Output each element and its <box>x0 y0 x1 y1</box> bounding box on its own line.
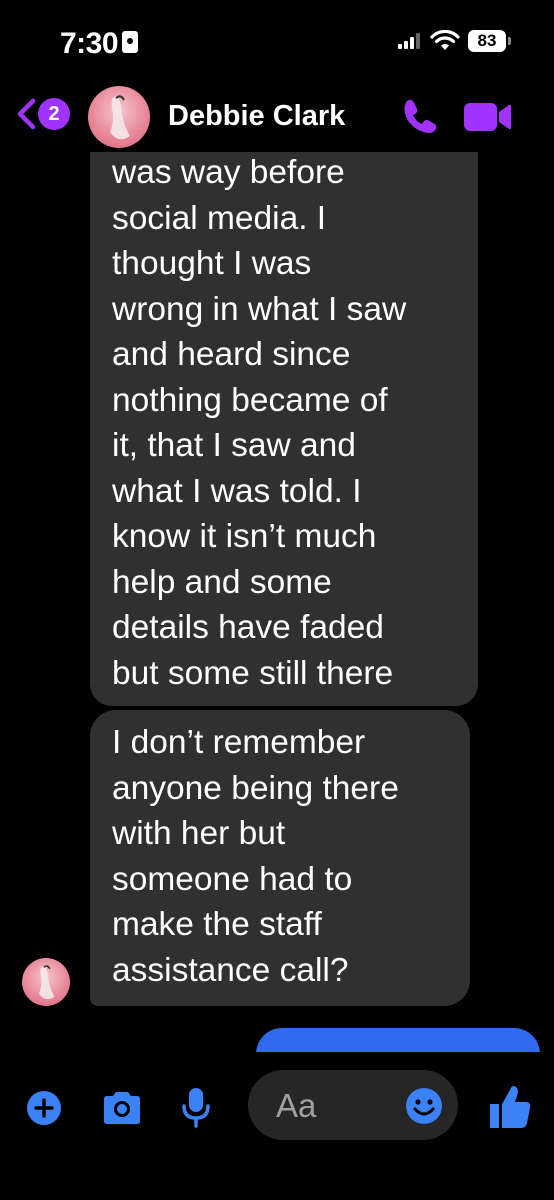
plus-button[interactable] <box>26 1090 62 1126</box>
microphone-button[interactable] <box>180 1086 212 1130</box>
battery-icon: 83 <box>468 30 511 52</box>
phone-icon <box>404 99 437 133</box>
contact-avatar[interactable] <box>88 86 150 148</box>
chevron-left-icon <box>17 98 36 130</box>
wifi-icon <box>430 30 460 50</box>
video-camera-icon <box>464 103 497 131</box>
microphone-icon <box>189 1088 203 1112</box>
status-time: 7:30 <box>60 27 119 60</box>
camera-button[interactable] <box>100 1090 144 1126</box>
thumbs-up-icon <box>490 1104 499 1128</box>
conversation-header: 2 Debbie Clark <box>0 80 554 152</box>
incoming-message-bubble[interactable]: I don’t remember anyone being there with… <box>90 710 470 1006</box>
outgoing-message-bubble[interactable] <box>256 1028 540 1052</box>
contact-name[interactable]: Debbie Clark <box>168 100 345 133</box>
flamingo-avatar-image <box>39 965 55 1000</box>
message-input[interactable]: Aa <box>248 1070 458 1140</box>
thumbs-up-button[interactable] <box>488 1082 532 1130</box>
message-input-placeholder: Aa <box>276 1087 317 1124</box>
smiley-icon <box>406 1088 442 1124</box>
cellular-signal-icon <box>398 33 422 49</box>
audio-call-button[interactable] <box>400 96 440 136</box>
emoji-button[interactable] <box>404 1086 444 1126</box>
incoming-message-bubble[interactable]: was way before social media. I thought I… <box>90 152 478 706</box>
message-list[interactable]: was way before social media. I thought I… <box>0 152 554 1052</box>
unread-count-badge: 2 <box>38 98 70 130</box>
message-composer: Aa <box>0 1052 554 1162</box>
flamingo-avatar-image <box>110 95 130 140</box>
status-bar: 7:30 83 <box>0 0 554 80</box>
video-call-button[interactable] <box>462 100 512 134</box>
sender-avatar <box>22 958 70 1006</box>
back-button[interactable]: 2 <box>14 94 74 134</box>
orientation-lock-icon <box>122 31 138 53</box>
